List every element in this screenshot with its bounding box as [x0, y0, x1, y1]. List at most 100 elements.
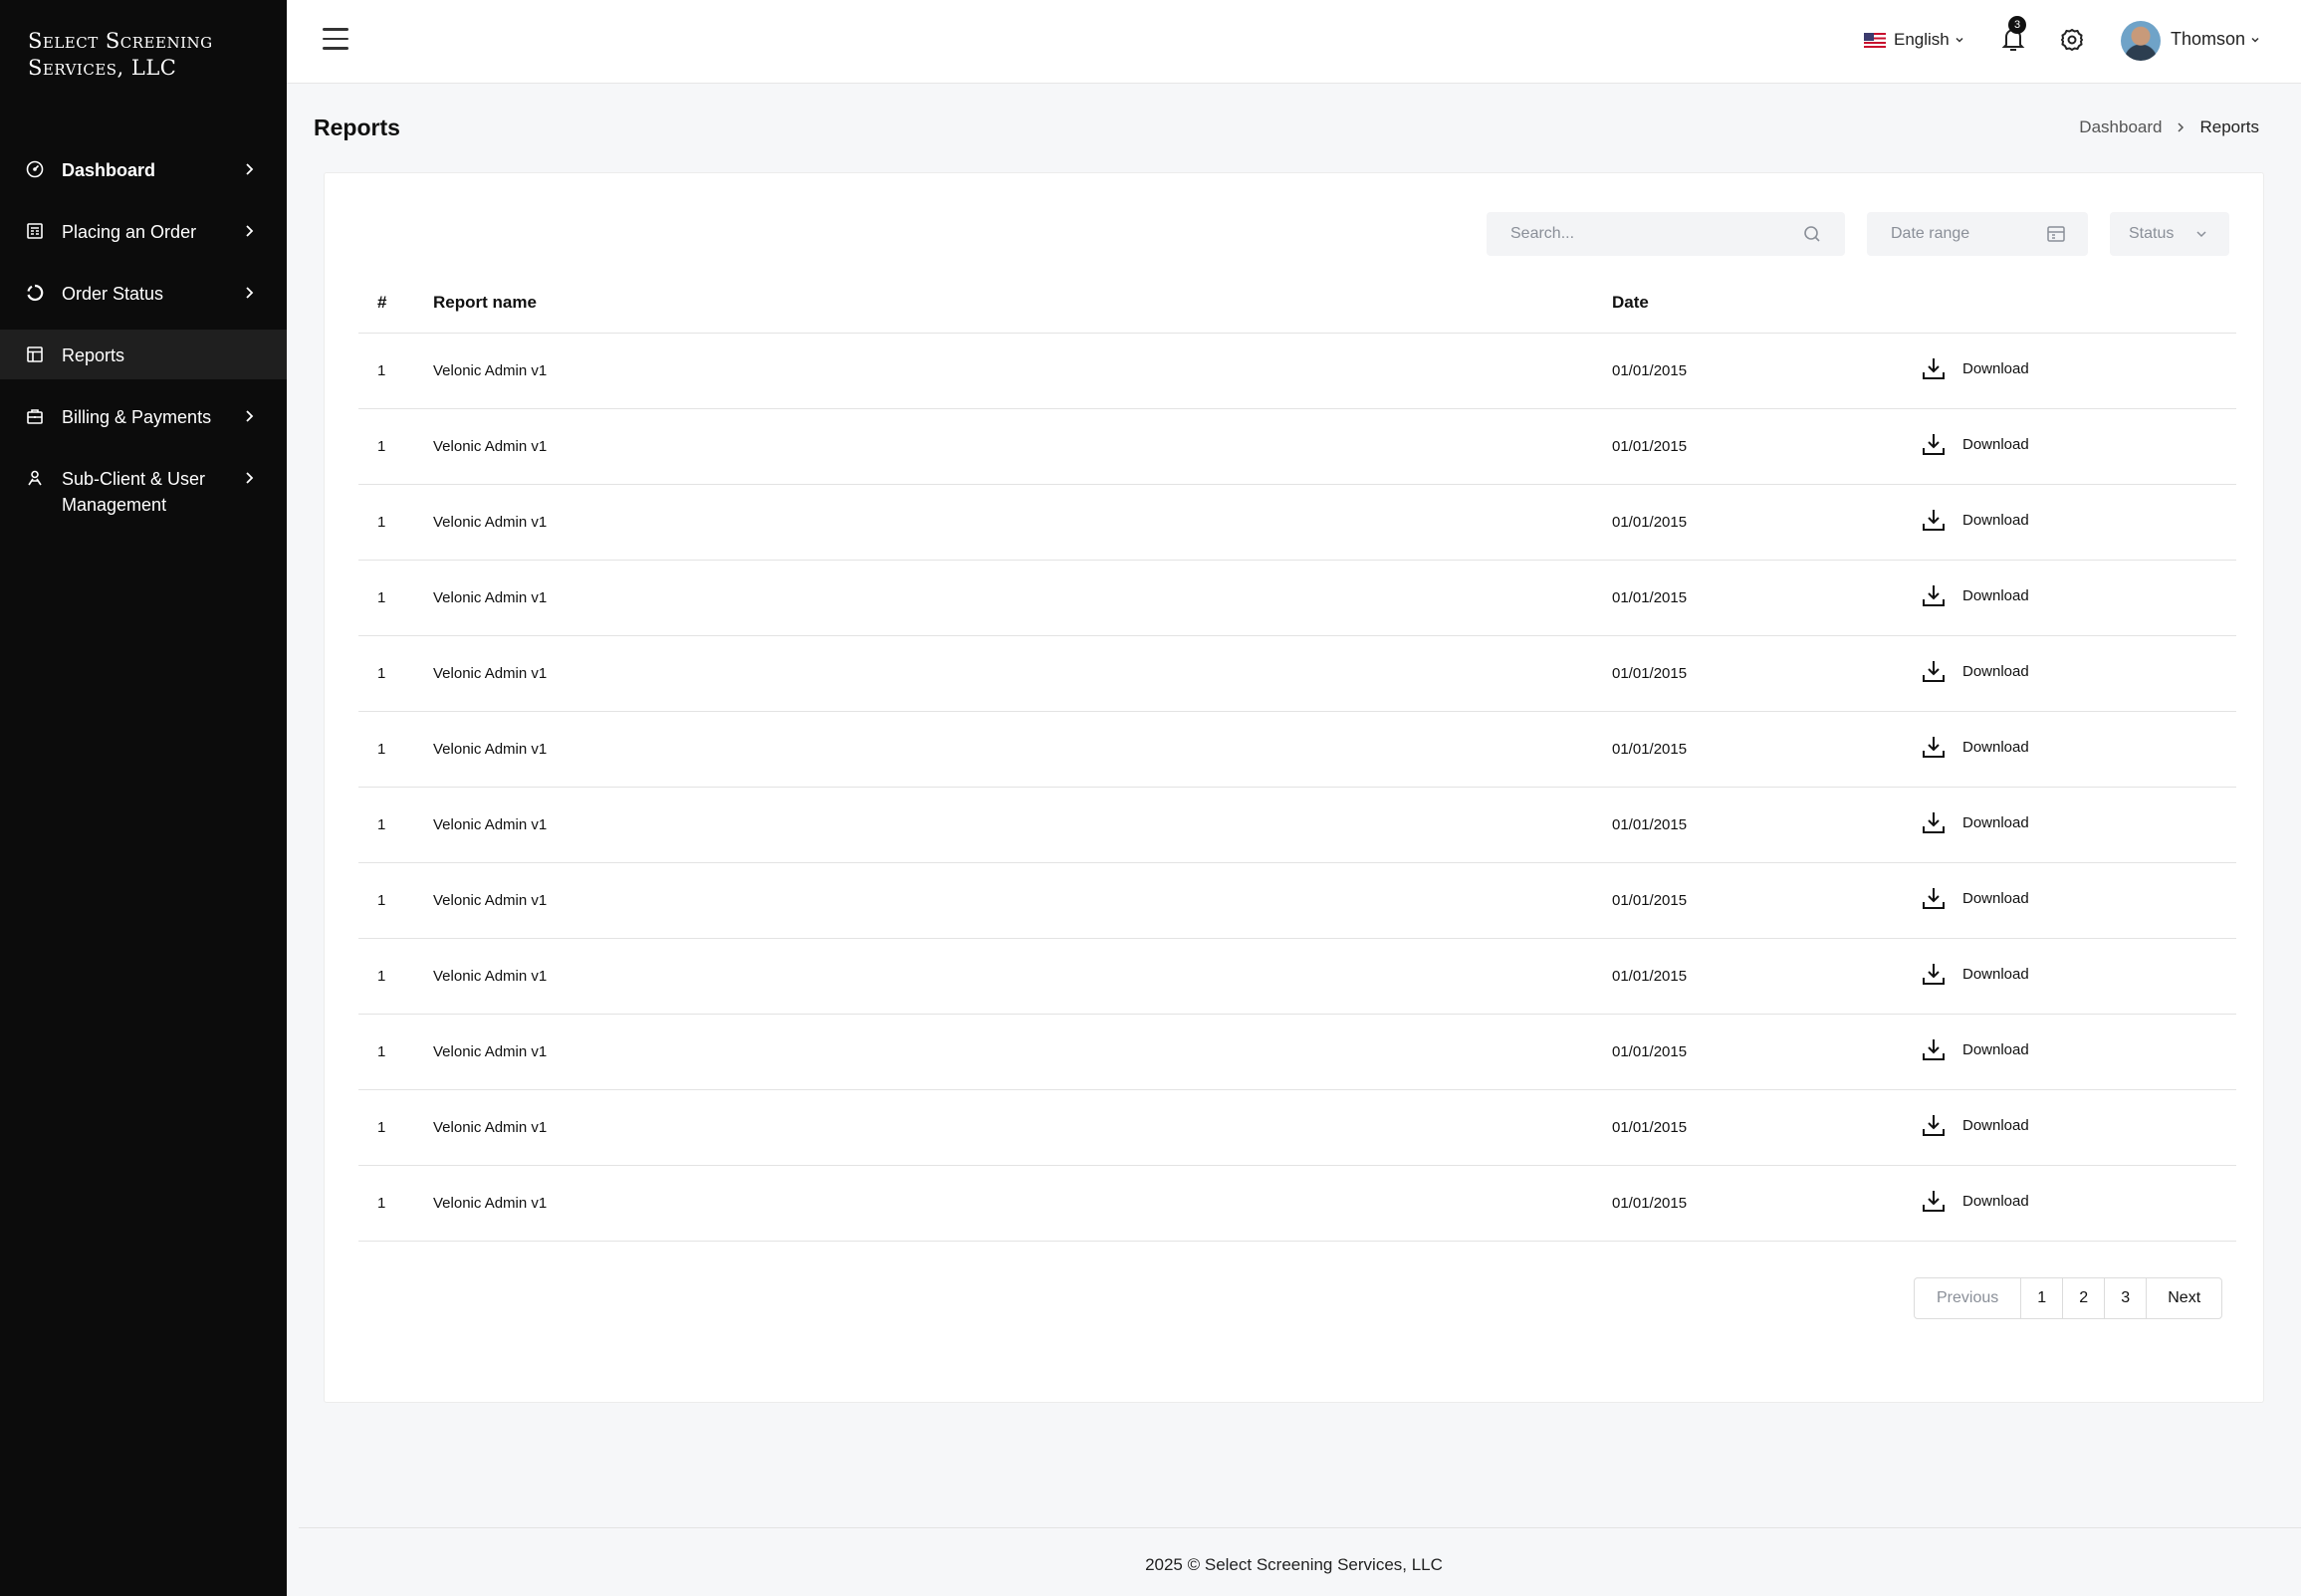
- row-action-cell: Download: [1921, 862, 2236, 939]
- download-icon: [1923, 661, 1945, 682]
- chevron-right-icon: [246, 472, 254, 484]
- search-box: [1487, 212, 1845, 256]
- chevron-down-icon: [1956, 37, 1963, 43]
- sidebar-item-placing-an-order[interactable]: Placing an Order: [0, 206, 287, 256]
- sidebar-item-sub-client-user-management[interactable]: Sub-Client & User Management: [0, 453, 287, 525]
- row-action-cell: Download: [1921, 1165, 2236, 1242]
- row-number: 1: [358, 938, 433, 1015]
- breadcrumb-current: Reports: [2199, 117, 2259, 136]
- download-button[interactable]: Download: [1921, 355, 2029, 381]
- pagination-previous-button[interactable]: Previous: [1915, 1278, 2022, 1318]
- status-placeholder: Status: [2129, 225, 2175, 242]
- pagination-next-button[interactable]: Next: [2147, 1278, 2221, 1318]
- row-date: 01/01/2015: [1612, 711, 1921, 788]
- download-button[interactable]: Download: [1921, 431, 2029, 457]
- chevron-right-icon: [246, 410, 254, 422]
- row-date: 01/01/2015: [1612, 408, 1921, 485]
- row-report-name: Velonic Admin v1: [433, 1165, 1612, 1242]
- row-number: 1: [358, 333, 433, 409]
- download-button[interactable]: Download: [1921, 1036, 2029, 1062]
- row-date: 01/01/2015: [1612, 1165, 1921, 1242]
- row-action-cell: Download: [1921, 635, 2236, 712]
- column-header-report-name: Report name: [433, 273, 1612, 334]
- page-title: Reports: [314, 114, 400, 140]
- search-icon[interactable]: [1803, 225, 1821, 243]
- settings-gear-icon[interactable]: [2059, 27, 2085, 53]
- status-dropdown[interactable]: Status: [2110, 212, 2229, 256]
- sidebar-item-label: Billing & Payments: [62, 407, 212, 427]
- row-date: 01/01/2015: [1612, 938, 1921, 1015]
- us-flag-icon: [1864, 32, 1886, 48]
- breadcrumb: Dashboard Reports: [2079, 117, 2259, 137]
- user-avatar[interactable]: [2121, 21, 2161, 61]
- sidebar-item-order-status[interactable]: Order Status: [0, 268, 287, 318]
- row-date: 01/01/2015: [1612, 787, 1921, 863]
- user-management-icon: [26, 469, 44, 487]
- download-button[interactable]: Download: [1921, 961, 2029, 987]
- column-header-number: #: [358, 273, 433, 334]
- download-icon: [1923, 888, 1945, 909]
- sidebar-item-label: Placing an Order: [62, 222, 197, 242]
- download-icon: [1923, 737, 1945, 758]
- user-menu[interactable]: Thomson: [2171, 29, 2260, 50]
- chevron-right-icon: [2178, 122, 2185, 132]
- menu-toggle-icon[interactable]: [323, 28, 348, 52]
- sidebar-item-reports[interactable]: Reports: [0, 330, 287, 379]
- breadcrumb-dashboard-link[interactable]: Dashboard: [2079, 117, 2162, 137]
- chevron-right-icon: [246, 287, 254, 299]
- row-action-cell: Download: [1921, 560, 2236, 636]
- user-name: Thomson: [2171, 29, 2246, 49]
- download-label: Download: [1962, 359, 2029, 377]
- sidebar-item-billing-payments[interactable]: Billing & Payments: [0, 391, 287, 441]
- table-header-row: # Report name Date: [358, 273, 2236, 334]
- row-number: 1: [358, 408, 433, 485]
- pagination-page-3[interactable]: 3: [2105, 1278, 2148, 1318]
- row-report-name: Velonic Admin v1: [433, 560, 1612, 636]
- pagination-page-2[interactable]: 2: [2063, 1278, 2106, 1318]
- footer-copyright: 2025 © Select Screening Services, LLC: [1145, 1555, 1443, 1574]
- download-label: Download: [1962, 662, 2029, 680]
- briefcase-icon: [26, 407, 44, 425]
- download-button[interactable]: Download: [1921, 734, 2029, 760]
- row-number: 1: [358, 1014, 433, 1090]
- row-number: 1: [358, 1165, 433, 1242]
- download-button[interactable]: Download: [1921, 1112, 2029, 1138]
- row-action-cell: Download: [1921, 333, 2236, 409]
- row-action-cell: Download: [1921, 484, 2236, 561]
- gauge-icon: [26, 160, 44, 178]
- download-button[interactable]: Download: [1921, 809, 2029, 835]
- date-range-picker[interactable]: Date range: [1867, 212, 2088, 256]
- row-report-name: Velonic Admin v1: [433, 333, 1612, 409]
- table-row: 1 Velonic Admin v1 01/01/2015 Download: [358, 938, 2236, 1015]
- table-row: 1 Velonic Admin v1 01/01/2015 Download: [358, 787, 2236, 863]
- sidebar-item-label: Order Status: [62, 284, 164, 304]
- reports-table: # Report name Date 1 Velonic Admin v1 01/0…: [358, 273, 2236, 1242]
- sidebar-item-dashboard[interactable]: Dashboard: [0, 144, 287, 194]
- table-row: 1 Velonic Admin v1 01/01/2015 Download: [358, 333, 2236, 409]
- download-button[interactable]: Download: [1921, 507, 2029, 533]
- search-input[interactable]: [1510, 225, 1799, 243]
- language-selector[interactable]: English: [1864, 30, 1964, 50]
- sidebar-item-label: Sub-Client & User Management: [62, 469, 206, 515]
- download-button[interactable]: Download: [1921, 658, 2029, 684]
- row-date: 01/01/2015: [1612, 635, 1921, 712]
- language-label: English: [1894, 30, 1950, 49]
- table-row: 1 Velonic Admin v1 01/01/2015 Download: [358, 862, 2236, 939]
- download-button[interactable]: Download: [1921, 1188, 2029, 1214]
- download-icon: [1923, 1115, 1945, 1136]
- footer-divider: [299, 1527, 2301, 1528]
- brand-logo[interactable]: Select Screening Services, LLC: [28, 28, 213, 82]
- pagination-page-1[interactable]: 1: [2021, 1278, 2064, 1318]
- download-label: Download: [1962, 586, 2029, 604]
- download-button[interactable]: Download: [1921, 582, 2029, 608]
- row-action-cell: Download: [1921, 1014, 2236, 1090]
- row-number: 1: [358, 711, 433, 788]
- row-date: 01/01/2015: [1612, 1089, 1921, 1166]
- chevron-right-icon: [246, 225, 254, 237]
- row-number: 1: [358, 787, 433, 863]
- download-button[interactable]: Download: [1921, 885, 2029, 911]
- report-layout-icon: [26, 345, 44, 363]
- row-date: 01/01/2015: [1612, 333, 1921, 409]
- row-number: 1: [358, 862, 433, 939]
- order-form-icon: [26, 222, 44, 240]
